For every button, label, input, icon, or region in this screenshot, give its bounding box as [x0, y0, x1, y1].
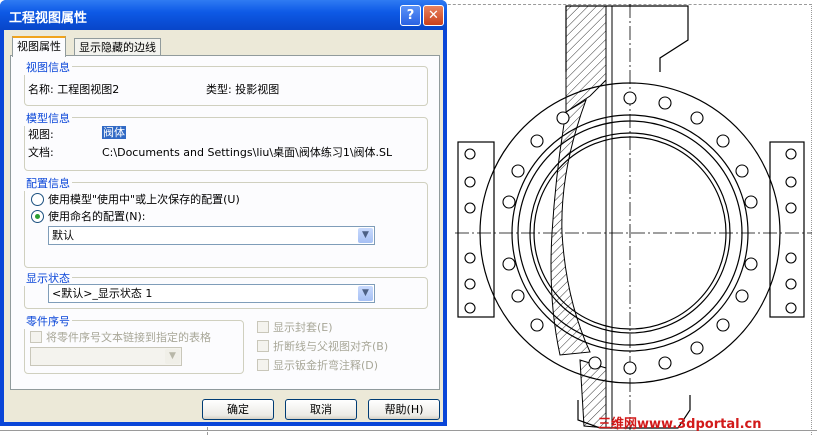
display-state-select[interactable]: <默认>_显示状态 1 ▼ — [48, 284, 375, 303]
show-sheetmetal-label: 显示钣金折弯注释(D) — [273, 359, 379, 372]
model-view-value-wrap: 阀体 — [102, 124, 126, 140]
radio-use-in-use-config-label[interactable]: 使用模型"使用中"或上次保存的配置(U) — [48, 191, 240, 207]
tab-view-properties[interactable]: 视图属性 — [12, 36, 66, 57]
align-break-checkbox[interactable] — [257, 340, 269, 352]
title-close-button[interactable]: ✕ — [423, 5, 444, 26]
chevron-down-icon[interactable]: ▼ — [165, 349, 180, 364]
radio-use-named-config-label[interactable]: 使用命名的配置(N): — [48, 208, 146, 224]
cancel-button[interactable]: 取消 — [285, 399, 357, 420]
watermark: 三维网www.3dportal.cn — [598, 417, 762, 432]
display-state-value: <默认>_显示状态 1 — [52, 287, 153, 300]
balloon-table-select[interactable]: ▼ — [30, 347, 182, 366]
part-number-heading: 零件序号 — [24, 313, 72, 329]
model-doc-path: C:\Documents and Settings\liu\桌面\阀体练习1\阀… — [102, 146, 392, 159]
config-info-heading: 配置信息 — [24, 175, 72, 191]
model-doc-label: 文档: — [28, 146, 54, 159]
valve-body-drawing[interactable] — [450, 0, 817, 430]
view-name-label: 名称: 工程图视图2 — [28, 83, 120, 96]
view-type-label: 类型: 投影视图 — [206, 83, 280, 96]
dialog-title: 工程视图属性 — [9, 11, 88, 26]
show-cover-checkbox[interactable] — [257, 321, 269, 333]
align-break-label: 折断线与父视图对齐(B) — [273, 340, 389, 353]
show-cover-label: 显示封套(E) — [273, 321, 333, 334]
view-info-heading: 视图信息 — [24, 59, 72, 75]
chevron-down-icon[interactable]: ▼ — [358, 286, 373, 301]
tab-panel: 视图信息 名称: 工程图视图2 类型: 投影视图 模型信息 视图: 阀体 文档:… — [10, 55, 440, 390]
config-select-value: 默认 — [52, 229, 74, 242]
link-balloon-label: 将零件序号文本链接到指定的表格 — [46, 331, 211, 344]
dialog-body: 视图属性 显示隐藏的边线 视图信息 名称: 工程图视图2 类型: 投影视图 模型… — [4, 30, 443, 422]
model-view-value[interactable]: 阀体 — [102, 126, 126, 139]
title-bar[interactable]: 工程视图属性 ? ✕ — [0, 0, 447, 30]
link-balloon-checkbox[interactable] — [30, 331, 42, 343]
radio-use-named-config[interactable] — [31, 210, 44, 223]
drawing-view-properties-dialog: 工程视图属性 ? ✕ 视图属性 显示隐藏的边线 视图信息 名称: 工程图视图2 … — [0, 0, 447, 426]
chevron-down-icon[interactable]: ▼ — [358, 228, 373, 243]
radio-use-in-use-config[interactable] — [31, 193, 44, 206]
model-info-heading: 模型信息 — [24, 110, 72, 126]
show-sheetmetal-checkbox[interactable] — [257, 359, 269, 371]
model-view-label: 视图: — [28, 128, 54, 141]
title-help-button[interactable]: ? — [400, 5, 421, 26]
ok-button[interactable]: 确定 — [202, 399, 274, 420]
tab-show-hidden-edges[interactable]: 显示隐藏的边线 — [74, 38, 161, 56]
help-button[interactable]: 帮助(H) — [368, 399, 440, 420]
config-select[interactable]: 默认 ▼ — [48, 226, 375, 245]
